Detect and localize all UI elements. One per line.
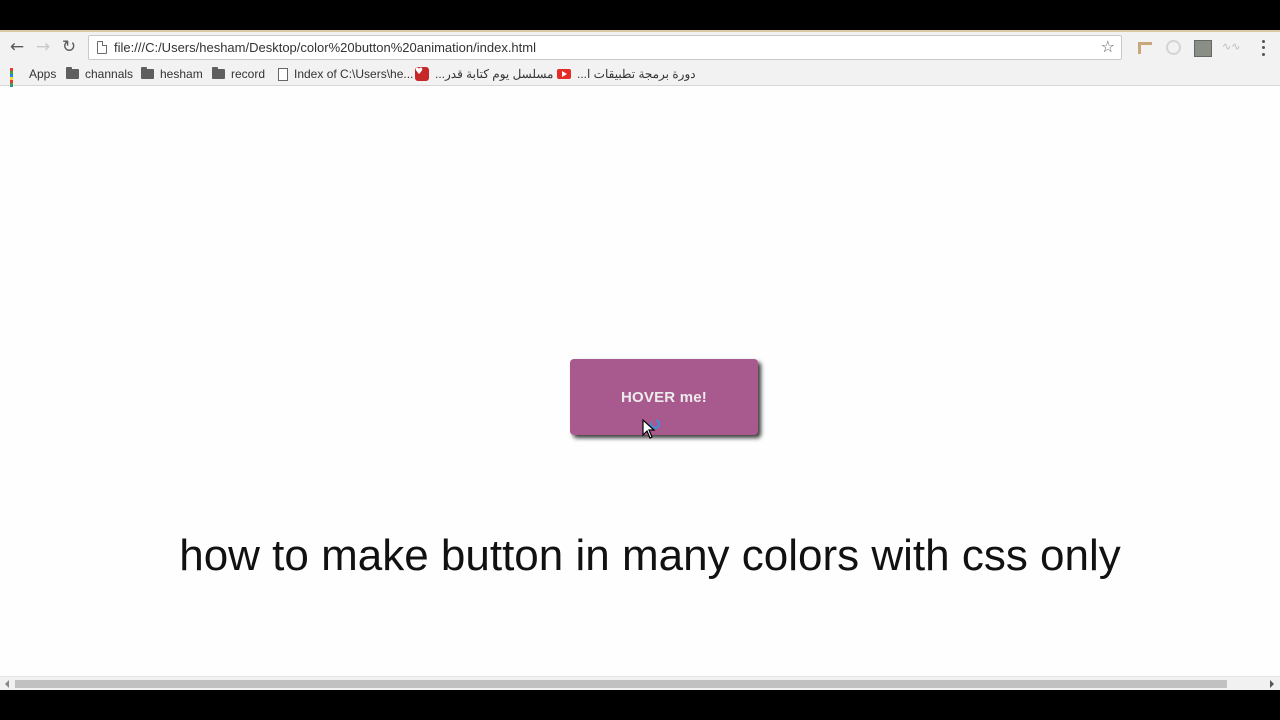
forward-arrow-icon[interactable]: → bbox=[32, 36, 54, 58]
screen-frame: ← → ↻ file:///C:/Users/hesham/Desktop/co… bbox=[0, 0, 1280, 720]
hover-button-label: HOVER me! bbox=[621, 388, 707, 406]
extension-avatar-icon[interactable] bbox=[1194, 40, 1212, 57]
extension-flag-icon[interactable] bbox=[1136, 40, 1154, 56]
bookmark-hesham[interactable]: hesham bbox=[141, 65, 203, 83]
page-icon bbox=[97, 41, 107, 54]
extension-circle-icon[interactable] bbox=[1166, 40, 1181, 55]
bookmark-label: record bbox=[231, 67, 266, 81]
folder-icon bbox=[66, 67, 79, 79]
bookmark-label: مسلسل يوم كتابة قدر... bbox=[435, 67, 554, 81]
hover-me-button[interactable]: HOVER me! bbox=[570, 359, 758, 435]
back-arrow-icon[interactable]: ← bbox=[6, 36, 28, 58]
page-headline: how to make button in many colors with c… bbox=[179, 531, 1121, 580]
bookmark-course[interactable]: دورة برمجة تطبيقات ا... bbox=[557, 65, 696, 83]
bookmark-series[interactable]: ♥ مسلسل يوم كتابة قدر... bbox=[415, 65, 553, 83]
bookmark-label: hesham bbox=[160, 67, 203, 81]
scrollbar-thumb[interactable] bbox=[15, 680, 1227, 688]
reload-icon[interactable]: ↻ bbox=[58, 36, 80, 58]
horizontal-scrollbar[interactable] bbox=[0, 676, 1280, 690]
file-icon bbox=[278, 67, 288, 81]
menu-dots-icon[interactable] bbox=[1256, 38, 1270, 58]
bookmark-label: دورة برمجة تطبيقات ا... bbox=[577, 67, 696, 81]
bookmark-index[interactable]: Index of C:\Users\he... bbox=[278, 65, 413, 83]
bookmark-record[interactable]: record bbox=[212, 65, 265, 83]
bookmarks-bar: Apps channals hesham record Index of C:\… bbox=[0, 62, 1280, 95]
bookmark-star-icon[interactable]: ☆ bbox=[1101, 37, 1115, 56]
heart-icon: ♥ bbox=[415, 67, 429, 81]
browser-toolbar: ← → ↻ file:///C:/Users/hesham/Desktop/co… bbox=[0, 30, 1280, 62]
bookmark-label: Apps bbox=[29, 67, 57, 81]
extension-wave-icon[interactable]: ∿∿ bbox=[1222, 40, 1244, 54]
folder-icon bbox=[141, 67, 154, 79]
url-text[interactable]: file:///C:/Users/hesham/Desktop/color%20… bbox=[114, 40, 536, 55]
address-bar[interactable]: file:///C:/Users/hesham/Desktop/color%20… bbox=[88, 35, 1122, 60]
scroll-left-icon[interactable] bbox=[5, 680, 9, 688]
bookmark-apps[interactable]: Apps bbox=[10, 65, 57, 95]
folder-icon bbox=[212, 67, 225, 79]
apps-grid-icon bbox=[10, 67, 23, 95]
mouse-cursor-icon bbox=[642, 419, 660, 439]
bookmark-label: Index of C:\Users\he... bbox=[294, 67, 414, 81]
browser-window: ← → ↻ file:///C:/Users/hesham/Desktop/co… bbox=[0, 30, 1280, 690]
bookmark-channals[interactable]: channals bbox=[66, 65, 133, 83]
scroll-right-icon[interactable] bbox=[1270, 680, 1274, 688]
youtube-icon bbox=[557, 69, 571, 79]
page-content: HOVER me! how to make button in many col… bbox=[0, 87, 1280, 677]
bookmark-label: channals bbox=[85, 67, 134, 81]
